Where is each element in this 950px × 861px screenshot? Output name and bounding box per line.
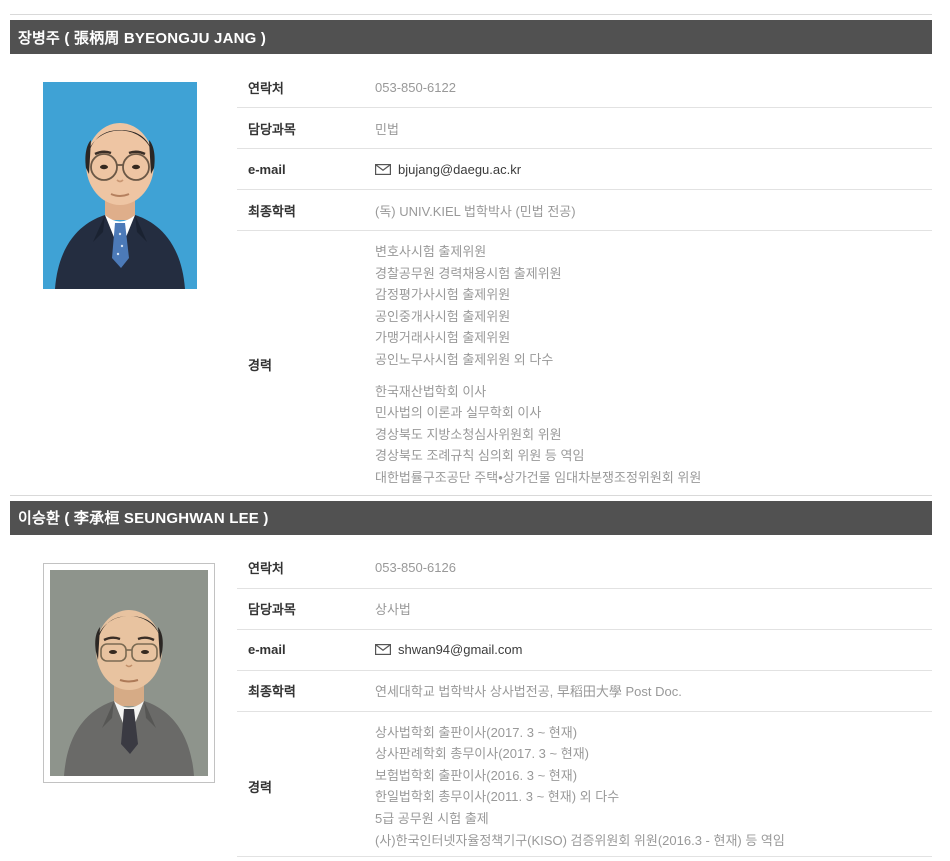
career-lines: 상사법학회 출판이사(2017. 3 ~ 현재)상사판례학회 총무이사(2017… [375, 722, 785, 852]
photo-column [10, 67, 237, 494]
table-row-education: 최종학력 (독) UNIV.KIEL 법학박사 (민법 전공) [237, 190, 932, 231]
career-line [375, 371, 701, 381]
profile-info-table: 연락처 053-850-6122 담당과목 민법 e-mail [237, 67, 932, 494]
profile-header-bar: 장병주 ( 張柄周 BYEONGJU JANG ) [10, 20, 932, 54]
field-label-contact: 연락처 [237, 558, 375, 577]
career-line: 보험법학회 출판이사(2016. 3 ~ 현재) [375, 765, 785, 787]
field-value-contact: 053-850-6122 [375, 80, 456, 95]
professor-photo [50, 570, 208, 776]
profile-header-bar: 이승환 ( 李承桓 SEUNGHWAN LEE ) [10, 501, 932, 535]
profile-info-table: 연락처 053-850-6126 담당과목 상사법 e-mail [237, 548, 932, 858]
photo-column [10, 548, 237, 858]
career-line: 한국재산법학회 이사 [375, 381, 701, 403]
career-line: 가맹거래사시험 출제위원 [375, 327, 701, 349]
professor-name: 이승환 ( 李承桓 SEUNGHWAN LEE ) [18, 507, 269, 528]
field-value-contact: 053-850-6126 [375, 560, 456, 575]
table-row-career: 경력 상사법학회 출판이사(2017. 3 ~ 현재)상사판례학회 총무이사(2… [237, 712, 932, 858]
career-line: (사)한국인터넷자율정책기구(KISO) 검증위원회 위원(2016.3 - 현… [375, 830, 785, 852]
field-value-subject: 상사법 [375, 599, 411, 618]
career-line: 감정평가사시험 출제위원 [375, 284, 701, 306]
field-label-subject: 담당과목 [237, 119, 375, 138]
field-label-education: 최종학력 [237, 201, 375, 220]
professor-name: 장병주 ( 張柄周 BYEONGJU JANG ) [18, 27, 266, 48]
career-line: 변호사시험 출제위원 [375, 241, 701, 263]
field-label-email: e-mail [237, 642, 375, 657]
career-line: 경상북도 지방소청심사위원회 위원 [375, 424, 701, 446]
photo-frame [43, 563, 215, 783]
career-line: 공인중개사시험 출제위원 [375, 306, 701, 328]
email-address[interactable]: bjujang@daegu.ac.kr [398, 162, 521, 177]
career-line: 한일법학회 총무이사(2011. 3 ~ 현재) 외 다수 [375, 786, 785, 808]
field-label-email: e-mail [237, 162, 375, 177]
table-row-subject: 담당과목 민법 [237, 108, 932, 149]
table-row-career: 경력 변호사시험 출제위원경찰공무원 경력채용시험 출제위원감정평가사시험 출제… [237, 231, 932, 494]
table-row-email: e-mail bjujang@daegu.ac.kr [237, 149, 932, 190]
field-value-subject: 민법 [375, 119, 399, 138]
career-line: 상사판례학회 총무이사(2017. 3 ~ 현재) [375, 743, 785, 765]
field-label-subject: 담당과목 [237, 599, 375, 618]
field-label-career: 경력 [237, 777, 375, 796]
field-value-education: (독) UNIV.KIEL 법학박사 (민법 전공) [375, 201, 576, 220]
email-address[interactable]: shwan94@gmail.com [398, 642, 522, 657]
career-line: 상사법학회 출판이사(2017. 3 ~ 현재) [375, 722, 785, 744]
table-row-email: e-mail shwan94@gmail.com [237, 630, 932, 671]
section-divider [10, 495, 932, 496]
envelope-icon [375, 644, 391, 655]
career-line: 공인노무사시험 출제위원 외 다수 [375, 349, 701, 371]
section-divider [10, 14, 932, 15]
career-line: 5급 공무원 시험 출제 [375, 808, 785, 830]
profile-section-lee: 이승환 ( 李承桓 SEUNGHWAN LEE ) [10, 495, 932, 858]
career-line: 경상북도 조례규칙 심의회 위원 등 역임 [375, 445, 701, 467]
table-row-education: 최종학력 연세대학교 법학박사 상사법전공, 早稻田大學 Post Doc. [237, 671, 932, 712]
field-value-education: 연세대학교 법학박사 상사법전공, 早稻田大學 Post Doc. [375, 681, 682, 700]
professor-photo [43, 82, 197, 289]
table-row-contact: 연락처 053-850-6126 [237, 548, 932, 589]
field-label-career: 경력 [237, 355, 375, 374]
career-line: 경찰공무원 경력채용시험 출제위원 [375, 263, 701, 285]
table-row-contact: 연락처 053-850-6122 [237, 67, 932, 108]
field-label-contact: 연락처 [237, 78, 375, 97]
career-line: 대한법률구조공단 주택•상가건물 임대차분쟁조정위원회 위원 [375, 467, 701, 489]
career-line: 민사법의 이론과 실무학회 이사 [375, 402, 701, 424]
career-lines: 변호사시험 출제위원경찰공무원 경력채용시험 출제위원감정평가사시험 출제위원공… [375, 241, 701, 489]
faculty-profile-page: 장병주 ( 張柄周 BYEONGJU JANG ) [10, 14, 932, 857]
field-label-education: 최종학력 [237, 681, 375, 700]
envelope-icon [375, 164, 391, 175]
profile-section-jang: 장병주 ( 張柄周 BYEONGJU JANG ) [10, 14, 932, 494]
table-row-subject: 담당과목 상사법 [237, 589, 932, 630]
